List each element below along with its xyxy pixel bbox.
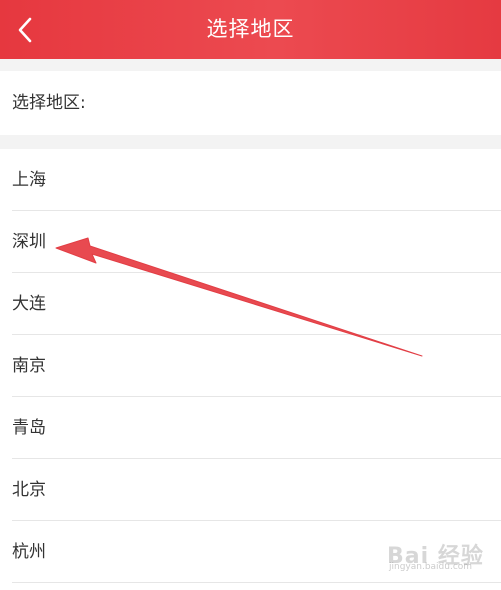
region-item-dalian[interactable]: 大连: [0, 273, 501, 335]
region-list: 上海 深圳 大连 南京 青岛 北京 杭州: [0, 149, 501, 590]
region-item-shenzhen[interactable]: 深圳: [0, 211, 501, 273]
app-header: 选择地区: [0, 0, 501, 59]
region-item-beijing[interactable]: 北京: [0, 459, 501, 521]
region-item-shanghai[interactable]: 上海: [0, 149, 501, 211]
region-section-header: 选择地区:: [0, 71, 501, 135]
region-item-nanjing[interactable]: 南京: [0, 335, 501, 397]
region-item-qingdao[interactable]: 青岛: [0, 397, 501, 459]
region-item-hangzhou[interactable]: 杭州: [0, 521, 501, 583]
page-title: 选择地区: [206, 17, 295, 41]
region-section-label: 选择地区:: [12, 93, 86, 113]
